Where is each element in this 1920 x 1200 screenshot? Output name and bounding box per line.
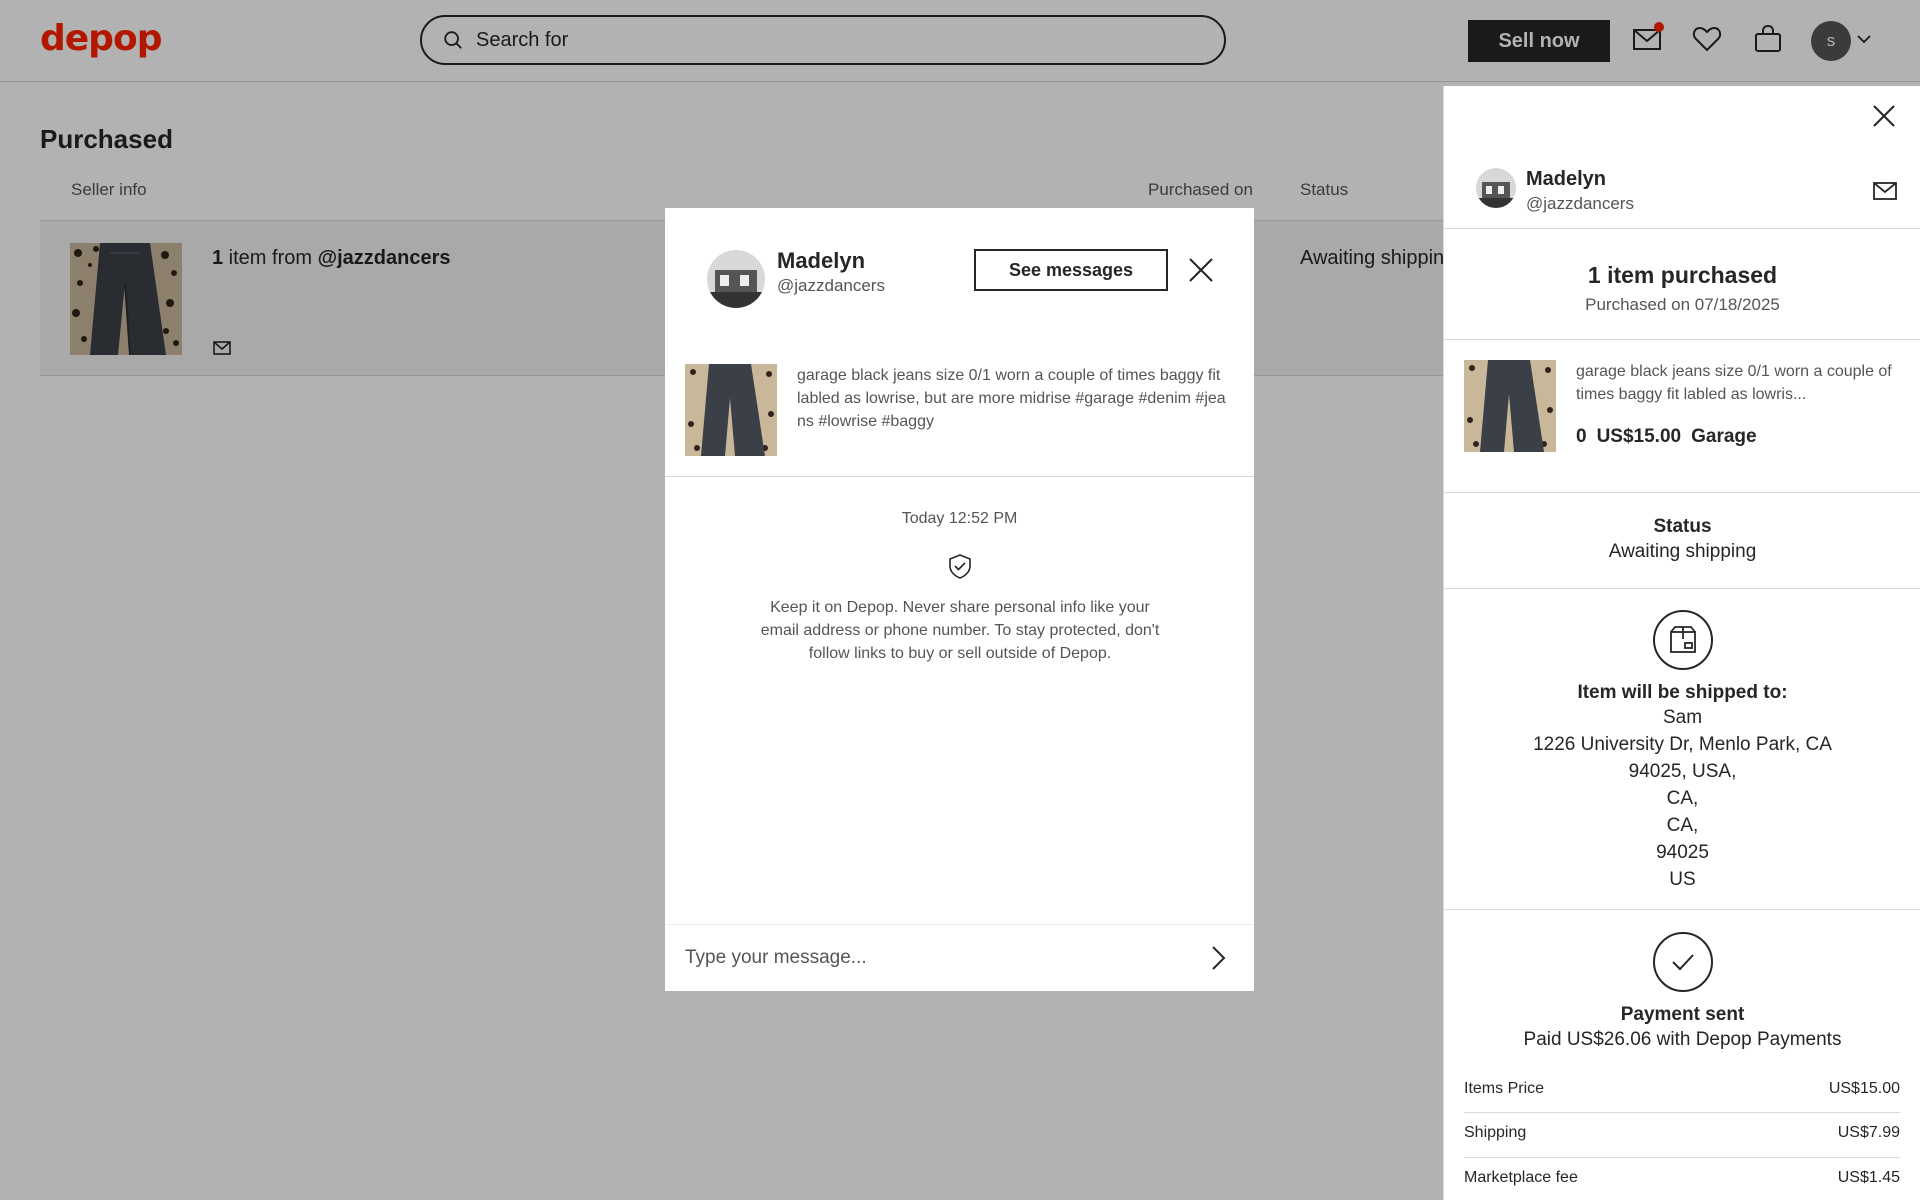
status-section: Status Awaiting shipping — [1444, 516, 1920, 565]
box-icon-circle — [1652, 610, 1713, 670]
address-line: Sam — [1662, 707, 1703, 728]
item-price-line: 0 US$15.00 Garage — [1576, 426, 1767, 448]
seller-avatar — [707, 250, 765, 308]
chat-seller-handle: @jazzdancers — [777, 276, 885, 295]
fee-row-marketplace-fee: Marketplace fee US$1.45 — [1464, 1169, 1900, 1187]
fee-label: Shipping — [1464, 1124, 1527, 1141]
fee-label: Marketplace fee — [1464, 1169, 1578, 1186]
fee-value: US$1.45 — [1837, 1169, 1900, 1186]
chat-modal: Madelyn @jazzdancers See messages garage… — [665, 208, 1254, 991]
payment-label: Payment sent — [1620, 1004, 1745, 1025]
box-icon — [1669, 626, 1696, 653]
message-timestamp: Today 12:52 PM — [901, 510, 1018, 527]
fee-row-shipping: Shipping US$7.99 — [1464, 1124, 1900, 1142]
seller-handle: @jazzdancers — [1526, 194, 1634, 213]
fee-label: Items Price — [1464, 1080, 1545, 1097]
chat-item-description: garage black jeans size 0/1 worn a coupl… — [797, 367, 1226, 430]
message-input[interactable] — [685, 939, 1165, 977]
status-value: Awaiting shipping — [1608, 541, 1757, 562]
divider — [1444, 909, 1920, 910]
divider — [665, 476, 1254, 477]
shipping-section: Item will be shipped to: Sam 1226 Univer… — [1444, 610, 1920, 893]
seller-avatar — [1476, 168, 1516, 208]
payment-section: Payment sent Paid US$26.06 with Depop Pa… — [1444, 932, 1920, 1053]
divider — [1444, 492, 1920, 493]
seller-name: Madelyn — [1526, 168, 1607, 190]
shield-check-icon — [949, 554, 971, 579]
check-icon-circle — [1652, 932, 1713, 992]
status-label: Status — [1653, 516, 1712, 537]
chevron-right-icon[interactable] — [1203, 943, 1233, 973]
item-thumbnail[interactable] — [685, 364, 777, 456]
divider — [1444, 588, 1920, 589]
item-thumbnail[interactable] — [1464, 360, 1556, 452]
divider — [1464, 1157, 1900, 1158]
items-purchased-title: 1 item purchased — [1587, 262, 1778, 288]
address-line: 94025, USA, — [1628, 761, 1737, 782]
fee-value: US$7.99 — [1837, 1124, 1900, 1141]
item-price: US$15.00 — [1596, 426, 1682, 447]
fee-value: US$15.00 — [1828, 1080, 1900, 1097]
item-description: garage black jeans size 0/1 worn a coupl… — [1576, 363, 1892, 403]
address-line: CA, — [1666, 815, 1699, 836]
ship-to-label: Item will be shipped to: — [1577, 682, 1788, 703]
divider — [1464, 1112, 1900, 1113]
fee-row-items-price: Items Price US$15.00 — [1464, 1080, 1900, 1098]
close-icon[interactable] — [1185, 254, 1217, 286]
order-details-panel: Madelyn @jazzdancers 1 item purchased Pu… — [1443, 86, 1920, 1200]
address-line: CA, — [1666, 788, 1699, 809]
address-line: 1226 University Dr, Menlo Park, CA — [1533, 734, 1832, 755]
purchase-date: Purchased on 07/18/2025 — [1585, 295, 1780, 314]
address-line: US — [1669, 869, 1696, 890]
item-brand: Garage — [1691, 426, 1757, 447]
address-line: 94025 — [1656, 842, 1709, 863]
divider — [1444, 339, 1920, 340]
mail-icon[interactable] — [1872, 178, 1898, 204]
purchase-summary: 1 item purchased Purchased on 07/18/2025 — [1444, 262, 1920, 315]
payment-value: Paid US$26.06 with Depop Payments — [1523, 1029, 1842, 1050]
item-size: 0 — [1576, 426, 1587, 447]
chat-seller-name: Madelyn — [777, 248, 866, 273]
close-icon[interactable] — [1870, 102, 1898, 130]
see-messages-button[interactable]: See messages — [974, 249, 1168, 291]
safety-message: Keep it on Depop. Never share personal i… — [760, 599, 1160, 662]
message-composer — [665, 924, 1254, 991]
check-icon — [1671, 954, 1694, 971]
divider — [1444, 228, 1920, 229]
